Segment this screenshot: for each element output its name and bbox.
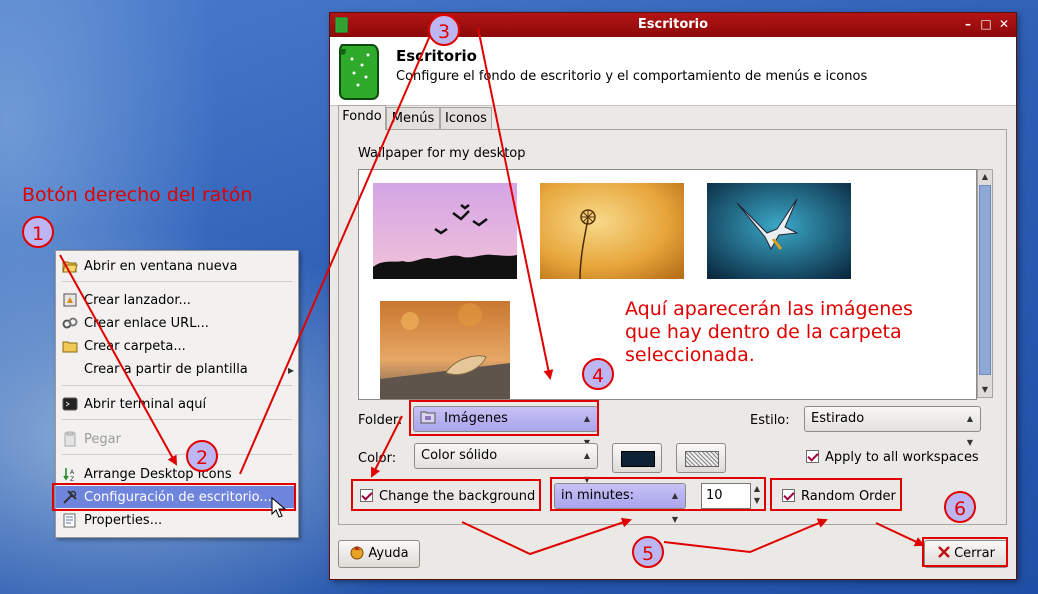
step-marker-6: 6 bbox=[944, 491, 976, 523]
annotation-arrows bbox=[59, 22, 925, 556]
tab-fondo[interactable]: Fondo bbox=[338, 105, 386, 130]
step-marker-4: 4 bbox=[582, 358, 614, 390]
step-marker-5: 5 bbox=[632, 536, 664, 568]
step-marker-3: 3 bbox=[428, 14, 460, 46]
